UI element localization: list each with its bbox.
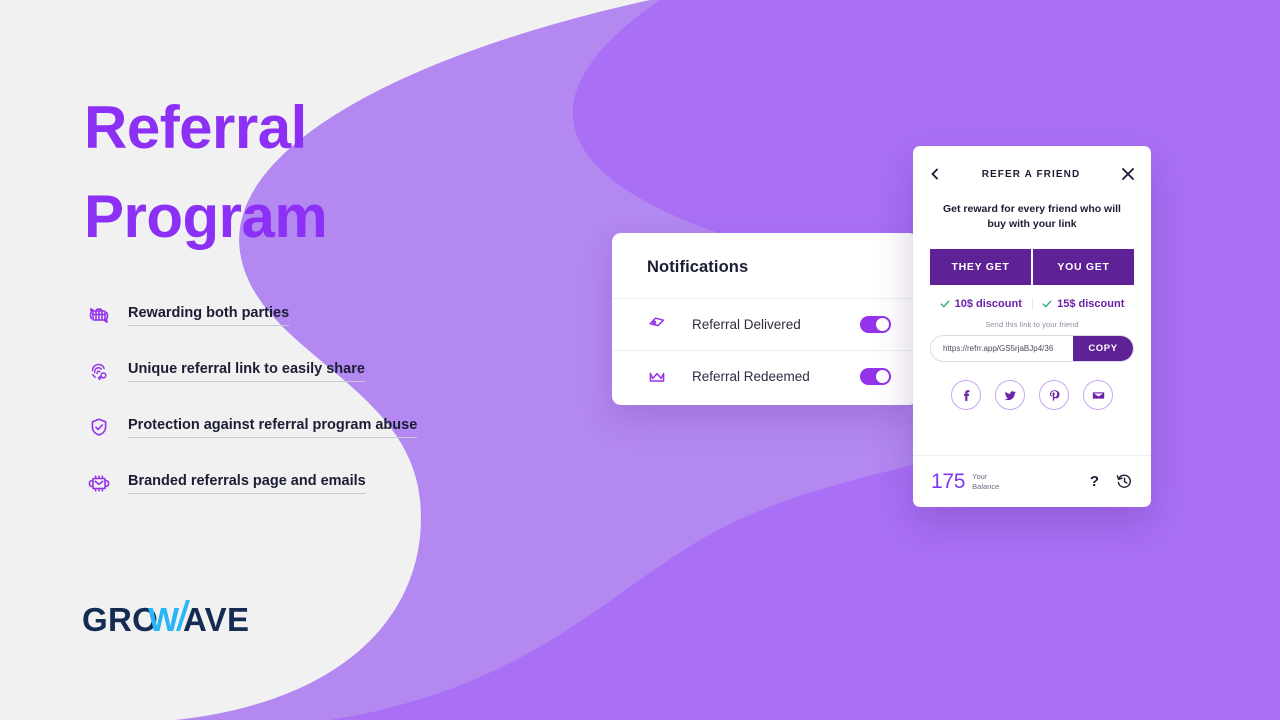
reward-you-get: 15$ discount [1031, 298, 1135, 311]
reward-they-get: 10$ discount [930, 298, 1032, 310]
referral-card-title: REFER A FRIEND [981, 168, 1081, 180]
copy-link-button[interactable]: COPY [1073, 336, 1133, 362]
referral-card-header: REFER A FRIEND [913, 146, 1151, 202]
logo-text-gro: GRO [82, 601, 158, 638]
refer-a-friend-card: REFER A FRIEND Get reward for every frie… [913, 146, 1151, 507]
referral-card-footer: 175 Your Balance ? [913, 455, 1151, 507]
logo-text-ave: AVE [183, 601, 249, 638]
branded-email-icon [88, 474, 110, 492]
notification-row-referral-redeemed[interactable]: Referral Redeemed [612, 350, 918, 402]
notification-toggle-referral-redeemed[interactable] [860, 368, 891, 385]
logo-text-w-accent: W [148, 601, 180, 638]
close-icon[interactable] [1121, 167, 1135, 181]
reward-text: 15$ discount [1057, 298, 1125, 311]
notification-label: Referral Redeemed [692, 369, 810, 384]
help-button[interactable]: ? [1090, 473, 1099, 490]
referral-card-subtitle: Get reward for every friend who will buy… [943, 203, 1121, 231]
feature-item-rewarding-both-parties: Rewarding both parties [84, 300, 514, 330]
referral-rewards-row: 10$ discount 15$ discount [913, 285, 1151, 311]
balance-label-line-1: Your [972, 472, 988, 482]
feature-label: Rewarding both parties [128, 304, 290, 326]
notification-label: Referral Delivered [692, 317, 801, 332]
hero-section: Referral Program Rewarding both parties [84, 84, 514, 524]
notifications-list: Referral Delivered Referral Redeemed [612, 298, 918, 402]
pinterest-icon [1049, 390, 1059, 402]
email-icon [1092, 392, 1104, 399]
balance-label: Your Balance [972, 472, 999, 491]
referral-link-row: COPY [930, 335, 1134, 363]
balance-value: 175 [931, 469, 966, 493]
tab-you-get[interactable]: YOU GET [1033, 249, 1134, 286]
fingerprint-link-icon [91, 363, 107, 380]
feature-item-branded-referrals-page: Branded referrals page and emails [84, 468, 514, 498]
feature-label: Unique referral link to easily share [128, 360, 365, 382]
social-share-row [913, 380, 1151, 411]
feature-label: Protection against referral program abus… [128, 416, 418, 438]
gift-refresh-icon [89, 307, 109, 323]
crown-icon [649, 372, 665, 382]
facebook-icon [963, 390, 969, 401]
shield-check-icon [91, 417, 107, 436]
feature-label: Branded referrals page and emails [128, 472, 366, 494]
referral-reward-tabs: THEY GET YOU GET [913, 249, 1151, 286]
page-title-line-2: Program [84, 182, 328, 250]
tag-icon [649, 316, 665, 326]
check-icon [940, 301, 949, 308]
share-pinterest-button[interactable] [1039, 380, 1069, 411]
share-facebook-button[interactable] [951, 380, 981, 411]
notifications-title: Notifications [647, 258, 749, 276]
reward-text: 10$ discount [954, 298, 1022, 311]
referral-link-input[interactable] [931, 336, 1073, 362]
feature-item-unique-referral-link: Unique referral link to easily share [84, 356, 514, 386]
share-email-button[interactable] [1083, 380, 1113, 411]
history-clock-icon[interactable] [1116, 473, 1133, 490]
page-title: Referral Program [84, 84, 514, 262]
tab-they-get[interactable]: THEY GET [930, 249, 1031, 286]
check-icon [1042, 301, 1052, 308]
notification-toggle-referral-delivered[interactable] [860, 316, 891, 333]
notification-row-referral-delivered[interactable]: Referral Delivered [612, 298, 918, 350]
share-twitter-button[interactable] [995, 380, 1025, 411]
feature-list: Rewarding both parties Unique referral l… [84, 300, 514, 498]
growave-logo: GRO W AVE [82, 600, 249, 638]
balance-label-line-2: Balance [972, 481, 1000, 491]
notifications-card: Notifications Referral Delivered Referra… [612, 233, 918, 405]
feature-item-protection-against-abuse: Protection against referral program abus… [84, 412, 514, 442]
twitter-icon [1004, 391, 1016, 401]
send-link-label: Send this link to your friend [985, 320, 1079, 330]
chevron-left-icon[interactable] [929, 168, 941, 180]
page-title-line-1: Referral [84, 94, 307, 161]
